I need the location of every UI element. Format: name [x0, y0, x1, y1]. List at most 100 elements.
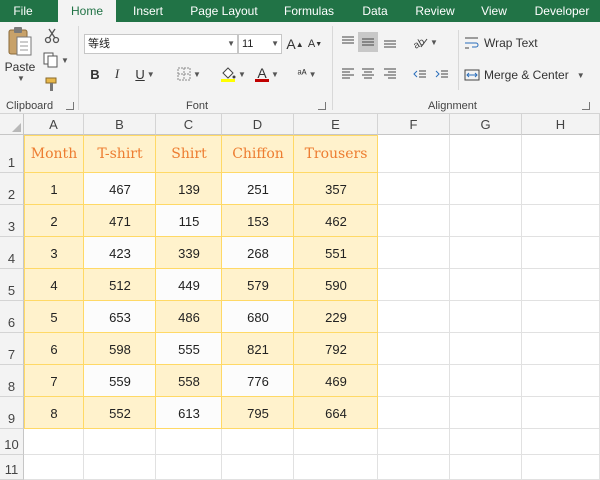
- middle-align-button[interactable]: [358, 32, 378, 52]
- empty-cell-f4[interactable]: [378, 237, 450, 269]
- tab-page-layout[interactable]: Page Layout: [180, 0, 268, 22]
- table-cell[interactable]: 598: [84, 333, 156, 365]
- table-cell[interactable]: 251: [222, 173, 294, 205]
- table-cell[interactable]: 579: [222, 269, 294, 301]
- column-header-f[interactable]: F: [378, 114, 450, 135]
- empty-cell-h2[interactable]: [522, 173, 600, 205]
- bold-button[interactable]: B: [86, 64, 104, 84]
- row-header-3[interactable]: 3: [0, 205, 24, 237]
- table-cell[interactable]: 139: [156, 173, 222, 205]
- tab-insert[interactable]: Insert: [120, 0, 176, 22]
- phonetic-guide-button[interactable]: ᵃᴬ ▼: [292, 64, 322, 84]
- row-header-4[interactable]: 4: [0, 237, 24, 269]
- empty-cell-g2[interactable]: [450, 173, 522, 205]
- empty-cell-h7[interactable]: [522, 333, 600, 365]
- empty-cell-f7[interactable]: [378, 333, 450, 365]
- table-cell[interactable]: 469: [294, 365, 378, 397]
- column-header-d[interactable]: D: [222, 114, 294, 135]
- table-header-cell[interactable]: Chiffon: [222, 135, 294, 173]
- table-header-cell[interactable]: Trousers: [294, 135, 378, 173]
- table-cell[interactable]: 5: [24, 301, 84, 333]
- table-cell[interactable]: 115: [156, 205, 222, 237]
- increase-font-size-button[interactable]: A ▲: [286, 34, 304, 54]
- table-cell[interactable]: 357: [294, 173, 378, 205]
- table-cell[interactable]: 467: [84, 173, 156, 205]
- table-cell[interactable]: 792: [294, 333, 378, 365]
- table-cell[interactable]: 8: [24, 397, 84, 429]
- font-launcher-icon[interactable]: [318, 102, 326, 110]
- decrease-font-size-button[interactable]: A ▼: [306, 34, 324, 54]
- clipboard-launcher-icon[interactable]: [66, 102, 74, 110]
- table-cell[interactable]: 3: [24, 237, 84, 269]
- font-name-select[interactable]: 等线 ▼: [84, 34, 238, 54]
- empty-cell-a11[interactable]: [24, 455, 84, 480]
- row-header-8[interactable]: 8: [0, 365, 24, 397]
- empty-cell-c10[interactable]: [156, 429, 222, 455]
- row-header-9[interactable]: 9: [0, 397, 24, 429]
- empty-cell-e11[interactable]: [294, 455, 378, 480]
- row-header-6[interactable]: 6: [0, 301, 24, 333]
- alignment-launcher-icon[interactable]: [582, 102, 590, 110]
- empty-cell-h8[interactable]: [522, 365, 600, 397]
- font-size-select[interactable]: 11 ▼: [238, 34, 282, 54]
- bottom-align-button[interactable]: [380, 32, 400, 52]
- empty-cell-h5[interactable]: [522, 269, 600, 301]
- empty-cell-f6[interactable]: [378, 301, 450, 333]
- empty-cell-h4[interactable]: [522, 237, 600, 269]
- table-cell[interactable]: 551: [294, 237, 378, 269]
- table-cell[interactable]: 268: [222, 237, 294, 269]
- empty-cell-g10[interactable]: [450, 429, 522, 455]
- copy-button[interactable]: ▼: [42, 50, 70, 70]
- empty-cell-h1[interactable]: [522, 135, 600, 173]
- empty-cell-f11[interactable]: [378, 455, 450, 480]
- tab-developer[interactable]: Developer: [524, 0, 600, 22]
- empty-cell-b11[interactable]: [84, 455, 156, 480]
- table-cell[interactable]: 821: [222, 333, 294, 365]
- table-cell[interactable]: 229: [294, 301, 378, 333]
- empty-cell-f1[interactable]: [378, 135, 450, 173]
- row-header-11[interactable]: 11: [0, 455, 24, 480]
- table-cell[interactable]: 4: [24, 269, 84, 301]
- table-cell[interactable]: 776: [222, 365, 294, 397]
- merge-center-button[interactable]: Merge & Center ▼: [464, 64, 588, 86]
- column-header-c[interactable]: C: [156, 114, 222, 135]
- empty-cell-c11[interactable]: [156, 455, 222, 480]
- cut-button[interactable]: [42, 26, 62, 46]
- table-cell[interactable]: 462: [294, 205, 378, 237]
- column-header-e[interactable]: E: [294, 114, 378, 135]
- empty-cell-g3[interactable]: [450, 205, 522, 237]
- table-cell[interactable]: 559: [84, 365, 156, 397]
- empty-cell-f2[interactable]: [378, 173, 450, 205]
- empty-cell-f5[interactable]: [378, 269, 450, 301]
- row-header-10[interactable]: 10: [0, 429, 24, 455]
- empty-cell-f3[interactable]: [378, 205, 450, 237]
- table-cell[interactable]: 552: [84, 397, 156, 429]
- tab-view[interactable]: View: [470, 0, 518, 22]
- paste-dropdown-icon[interactable]: ▼: [17, 74, 25, 83]
- empty-cell-a10[interactable]: [24, 429, 84, 455]
- increase-indent-button[interactable]: [432, 64, 452, 84]
- align-right-button[interactable]: [380, 64, 400, 84]
- empty-cell-g8[interactable]: [450, 365, 522, 397]
- empty-cell-f8[interactable]: [378, 365, 450, 397]
- table-cell[interactable]: 449: [156, 269, 222, 301]
- column-header-g[interactable]: G: [450, 114, 522, 135]
- empty-cell-h6[interactable]: [522, 301, 600, 333]
- empty-cell-h10[interactable]: [522, 429, 600, 455]
- fill-color-button[interactable]: ▼: [216, 64, 250, 84]
- table-cell[interactable]: 590: [294, 269, 378, 301]
- italic-button[interactable]: I: [108, 64, 126, 84]
- column-header-h[interactable]: H: [522, 114, 600, 135]
- table-cell[interactable]: 423: [84, 237, 156, 269]
- table-cell[interactable]: 555: [156, 333, 222, 365]
- row-header-2[interactable]: 2: [0, 173, 24, 205]
- tab-formulas[interactable]: Formulas: [274, 0, 344, 22]
- tab-review[interactable]: Review: [406, 0, 464, 22]
- empty-cell-d11[interactable]: [222, 455, 294, 480]
- empty-cell-g7[interactable]: [450, 333, 522, 365]
- table-cell[interactable]: 613: [156, 397, 222, 429]
- table-cell[interactable]: 512: [84, 269, 156, 301]
- empty-cell-e10[interactable]: [294, 429, 378, 455]
- table-cell[interactable]: 339: [156, 237, 222, 269]
- empty-cell-h9[interactable]: [522, 397, 600, 429]
